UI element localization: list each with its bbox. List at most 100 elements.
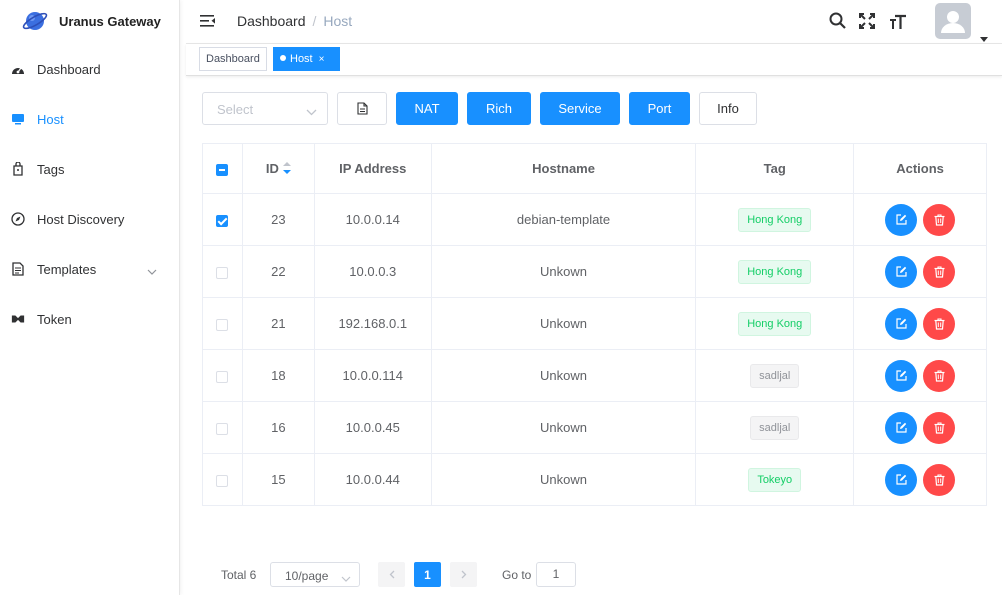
sidebar-item-token[interactable]: Token — [0, 294, 179, 344]
hostname-cell: debian-template — [430, 193, 697, 246]
column-label: ID — [265, 160, 279, 176]
actions-cell — [853, 245, 987, 298]
tags-view-bar: Dashboard Host × — [186, 44, 1002, 76]
page-size-select[interactable]: 10/page — [270, 562, 360, 587]
top-navbar: Dashboard / Host — [186, 0, 1002, 44]
tab-dashboard[interactable]: Dashboard — [199, 47, 267, 71]
table-body: 23 10.0.0.14 debian-template Hong Kong 22 10.… — [202, 193, 987, 506]
delete-button[interactable] — [923, 203, 956, 236]
sidebar-item-label: Tags — [37, 161, 65, 177]
sidebar-item-templates[interactable]: Templates — [0, 244, 179, 294]
edit-button[interactable] — [885, 307, 918, 340]
breadcrumb-dashboard[interactable]: Dashboard — [237, 13, 306, 29]
nat-button[interactable]: NAT — [396, 92, 458, 125]
fullscreen-icon[interactable] — [859, 13, 875, 34]
row-checkbox[interactable] — [216, 422, 229, 435]
next-page-button[interactable] — [450, 562, 477, 587]
hamburger-menu-icon[interactable] — [200, 14, 216, 33]
avatar[interactable] — [935, 3, 971, 39]
goto-label: Go to — [502, 568, 532, 582]
row-select-cell — [202, 193, 243, 246]
delete-button[interactable] — [923, 359, 956, 392]
trash-icon — [934, 473, 945, 486]
compass-icon — [11, 212, 25, 226]
edit-icon — [895, 370, 907, 381]
sidebar-item-label: Host — [37, 111, 64, 127]
service-button[interactable]: Service — [540, 92, 620, 125]
sidebar: Uranus Gateway Dashboard Host Tags Host … — [0, 0, 180, 595]
delete-button[interactable] — [923, 463, 956, 496]
hostname-cell: Unkown — [430, 453, 697, 506]
chevron-down-icon — [147, 263, 157, 278]
row-checkbox[interactable] — [216, 370, 229, 383]
sidebar-item-host[interactable]: Host — [0, 94, 179, 144]
trash-icon — [934, 317, 945, 330]
rich-button[interactable]: Rich — [467, 92, 531, 125]
tag-badge: Hong Kong — [738, 311, 812, 336]
table-row: 16 10.0.0.45 Unkown sadljal — [202, 401, 987, 454]
row-select-cell — [202, 401, 243, 454]
delete-button[interactable] — [923, 255, 956, 288]
row-select-cell — [202, 453, 243, 506]
actions-cell — [853, 349, 987, 402]
hostname-cell: Unkown — [430, 297, 697, 350]
actions-cell — [853, 193, 987, 246]
hostname-cell: Unkown — [430, 349, 697, 402]
table-row: 18 10.0.0.114 Unkown sadljal — [202, 349, 987, 402]
sort-icon[interactable] — [282, 162, 291, 176]
info-button[interactable]: Info — [699, 92, 757, 125]
logo[interactable]: Uranus Gateway — [0, 0, 179, 42]
edit-button[interactable] — [885, 463, 918, 496]
actions-cell — [853, 453, 987, 506]
tag-cell: sadljal — [695, 349, 855, 402]
row-checkbox[interactable] — [216, 266, 229, 279]
actions-cell — [853, 297, 987, 350]
token-icon — [11, 312, 25, 326]
sidebar-item-dashboard[interactable]: Dashboard — [0, 44, 179, 94]
export-button[interactable] — [337, 92, 387, 125]
goto-page-input[interactable]: 1 — [536, 562, 576, 587]
table-row: 21 192.168.0.1 Unkown Hong Kong — [202, 297, 987, 350]
tag-select[interactable]: Select — [202, 92, 328, 125]
tag-badge: Hong Kong — [738, 259, 812, 284]
row-select-cell — [202, 297, 243, 350]
row-checkbox[interactable] — [216, 474, 229, 487]
select-all-checkbox[interactable] — [216, 163, 229, 176]
id-cell: 18 — [241, 349, 315, 402]
user-icon — [941, 11, 965, 33]
ip-cell: 192.168.0.1 — [313, 297, 432, 350]
font-size-icon[interactable] — [889, 13, 907, 35]
chevron-down-icon — [341, 571, 351, 585]
sidebar-item-label: Templates — [37, 261, 97, 277]
tab-host[interactable]: Host × — [273, 47, 340, 71]
row-checkbox[interactable] — [216, 318, 229, 331]
edit-button[interactable] — [885, 255, 918, 288]
trash-icon — [934, 369, 945, 382]
edit-icon — [895, 214, 907, 225]
app-title: Uranus Gateway — [59, 13, 161, 29]
table-row: 15 10.0.0.44 Unkown Tokeyo — [202, 453, 987, 506]
sidebar-item-label: Token — [37, 311, 72, 327]
tag-cell: Tokeyo — [695, 453, 855, 506]
delete-button[interactable] — [923, 411, 956, 444]
delete-button[interactable] — [923, 307, 956, 340]
row-checkbox[interactable] — [216, 214, 229, 227]
page-number-button[interactable]: 1 — [414, 562, 441, 587]
tag-badge: Tokeyo — [748, 467, 802, 492]
chevron-right-icon — [461, 570, 466, 579]
port-button[interactable]: Port — [629, 92, 690, 125]
sidebar-item-tags[interactable]: Tags — [0, 144, 179, 194]
id-cell: 23 — [241, 193, 315, 246]
edit-button[interactable] — [885, 203, 918, 236]
column-header-id[interactable]: ID — [241, 143, 315, 194]
sidebar-item-host-discovery[interactable]: Host Discovery — [0, 194, 179, 244]
edit-button[interactable] — [885, 411, 918, 444]
edit-icon — [895, 422, 907, 433]
edit-icon — [895, 266, 907, 277]
search-icon[interactable] — [829, 12, 846, 34]
chevron-left-icon — [389, 570, 394, 579]
close-icon[interactable]: × — [319, 54, 325, 65]
ip-cell: 10.0.0.14 — [313, 193, 432, 246]
edit-button[interactable] — [885, 359, 918, 392]
prev-page-button[interactable] — [378, 562, 405, 587]
